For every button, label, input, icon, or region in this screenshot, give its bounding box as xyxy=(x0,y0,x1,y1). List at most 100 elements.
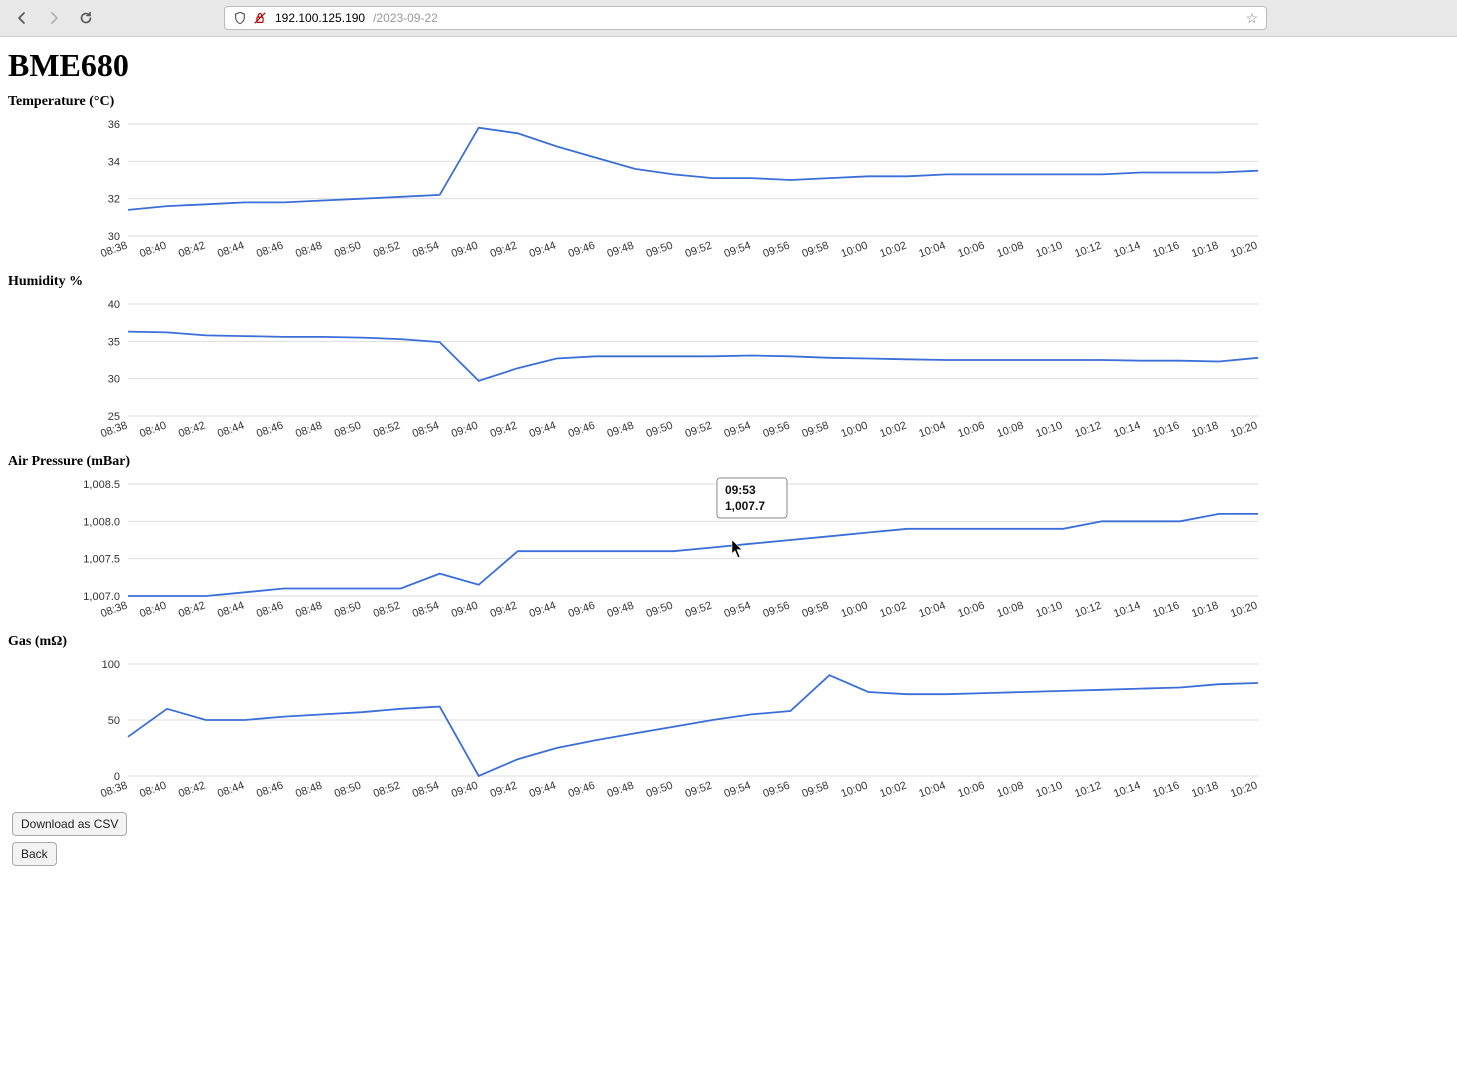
charts-container: Temperature (°C) 3032343608:3808:4008:420… xyxy=(8,94,1449,806)
svg-text:09:52: 09:52 xyxy=(684,420,714,441)
svg-text:100: 100 xyxy=(102,659,120,671)
svg-text:09:52: 09:52 xyxy=(684,600,714,621)
series-line xyxy=(128,675,1258,776)
svg-text:08:54: 08:54 xyxy=(411,240,441,261)
svg-text:09:54: 09:54 xyxy=(722,420,752,441)
page-content: BME680 Temperature (°C) 3032343608:3808:4… xyxy=(0,37,1457,886)
svg-text:09:42: 09:42 xyxy=(489,240,519,261)
svg-text:08:44: 08:44 xyxy=(216,420,246,441)
svg-text:10:14: 10:14 xyxy=(1112,240,1142,261)
svg-text:10:14: 10:14 xyxy=(1112,780,1142,801)
svg-text:09:56: 09:56 xyxy=(761,600,791,621)
svg-text:10:04: 10:04 xyxy=(917,600,947,621)
svg-text:10:16: 10:16 xyxy=(1151,240,1181,261)
chart-1: Humidity %2530354008:3808:4008:4208:4408… xyxy=(8,274,1449,446)
svg-text:08:46: 08:46 xyxy=(255,600,285,621)
svg-text:08:44: 08:44 xyxy=(216,240,246,261)
svg-text:09:54: 09:54 xyxy=(722,780,752,801)
svg-text:09:44: 09:44 xyxy=(528,420,558,441)
svg-text:09:42: 09:42 xyxy=(489,780,519,801)
svg-text:10:10: 10:10 xyxy=(1034,420,1064,441)
series-line xyxy=(128,332,1258,381)
svg-text:09:58: 09:58 xyxy=(800,240,830,261)
svg-text:10:20: 10:20 xyxy=(1229,240,1259,261)
back-button[interactable]: Back xyxy=(12,842,57,866)
svg-text:10:18: 10:18 xyxy=(1190,420,1220,441)
svg-text:08:52: 08:52 xyxy=(372,780,402,801)
svg-text:10:06: 10:06 xyxy=(956,420,986,441)
svg-text:10:04: 10:04 xyxy=(917,420,947,441)
chart-3: Gas (mΩ)05010008:3808:4008:4208:4408:460… xyxy=(8,634,1449,806)
svg-text:10:08: 10:08 xyxy=(995,240,1025,261)
svg-text:10:12: 10:12 xyxy=(1073,420,1103,441)
svg-text:10:06: 10:06 xyxy=(956,240,986,261)
svg-text:10:00: 10:00 xyxy=(839,240,869,261)
svg-text:10:14: 10:14 xyxy=(1112,420,1142,441)
svg-text:09:52: 09:52 xyxy=(684,240,714,261)
chart-svg[interactable]: 2530354008:3808:4008:4208:4408:4608:4808… xyxy=(8,296,1268,446)
svg-text:34: 34 xyxy=(108,156,120,168)
download-csv-button[interactable]: Download as CSV xyxy=(12,812,127,836)
svg-text:09:48: 09:48 xyxy=(606,420,636,441)
svg-text:1,007.5: 1,007.5 xyxy=(83,554,120,566)
svg-text:08:44: 08:44 xyxy=(216,600,246,621)
svg-text:09:50: 09:50 xyxy=(645,240,675,261)
svg-text:09:50: 09:50 xyxy=(645,600,675,621)
svg-text:1,008.0: 1,008.0 xyxy=(83,516,120,528)
svg-text:10:20: 10:20 xyxy=(1229,600,1259,621)
chart-title: Humidity % xyxy=(8,274,1449,290)
svg-text:09:46: 09:46 xyxy=(567,420,597,441)
svg-text:09:46: 09:46 xyxy=(567,240,597,261)
svg-text:08:48: 08:48 xyxy=(294,240,324,261)
svg-text:10:18: 10:18 xyxy=(1190,780,1220,801)
svg-text:10:14: 10:14 xyxy=(1112,600,1142,621)
svg-text:08:48: 08:48 xyxy=(294,420,324,441)
svg-text:10:06: 10:06 xyxy=(956,780,986,801)
svg-text:08:42: 08:42 xyxy=(177,780,207,801)
svg-text:1,008.5: 1,008.5 xyxy=(83,479,120,491)
svg-text:09:48: 09:48 xyxy=(606,780,636,801)
svg-text:10:20: 10:20 xyxy=(1229,420,1259,441)
svg-text:08:52: 08:52 xyxy=(372,600,402,621)
svg-text:10:12: 10:12 xyxy=(1073,780,1103,801)
svg-text:08:48: 08:48 xyxy=(294,600,324,621)
chart-svg[interactable]: 05010008:3808:4008:4208:4408:4608:4808:5… xyxy=(8,656,1268,806)
series-line xyxy=(128,514,1258,596)
back-icon[interactable] xyxy=(14,10,30,26)
svg-text:09:42: 09:42 xyxy=(489,600,519,621)
svg-text:09:48: 09:48 xyxy=(606,240,636,261)
svg-text:09:58: 09:58 xyxy=(800,600,830,621)
svg-text:10:00: 10:00 xyxy=(839,780,869,801)
svg-text:09:46: 09:46 xyxy=(567,600,597,621)
svg-text:40: 40 xyxy=(108,299,120,311)
svg-text:10:12: 10:12 xyxy=(1073,600,1103,621)
svg-text:08:52: 08:52 xyxy=(372,240,402,261)
forward-icon[interactable] xyxy=(46,10,62,26)
chart-svg[interactable]: 1,007.01,007.51,008.01,008.508:3808:4008… xyxy=(8,476,1268,626)
svg-text:10:02: 10:02 xyxy=(878,600,908,621)
svg-text:10:18: 10:18 xyxy=(1190,600,1220,621)
svg-text:09:40: 09:40 xyxy=(450,420,480,441)
chart-title: Temperature (°C) xyxy=(8,94,1449,110)
reload-icon[interactable] xyxy=(78,10,94,26)
svg-text:10:16: 10:16 xyxy=(1151,780,1181,801)
bookmark-star-icon[interactable]: ☆ xyxy=(1246,10,1259,27)
chart-title: Air Pressure (mBar) xyxy=(8,454,1449,470)
svg-text:09:44: 09:44 xyxy=(528,780,558,801)
page-title: BME680 xyxy=(8,47,1449,84)
chart-svg[interactable]: 3032343608:3808:4008:4208:4408:4608:4808… xyxy=(8,116,1268,266)
svg-text:10:02: 10:02 xyxy=(878,240,908,261)
nav-buttons xyxy=(14,10,94,26)
svg-text:09:52: 09:52 xyxy=(684,780,714,801)
svg-text:08:38: 08:38 xyxy=(99,420,129,441)
chart-2: Air Pressure (mBar)1,007.01,007.51,008.0… xyxy=(8,454,1449,626)
svg-text:08:40: 08:40 xyxy=(138,420,168,441)
svg-text:09:40: 09:40 xyxy=(450,780,480,801)
svg-text:09:56: 09:56 xyxy=(761,420,791,441)
svg-text:10:16: 10:16 xyxy=(1151,420,1181,441)
series-line xyxy=(128,128,1258,210)
url-bar[interactable]: 192.100.125.190/2023-09-22 ☆ xyxy=(224,6,1267,30)
cursor-icon xyxy=(732,540,742,558)
svg-text:08:42: 08:42 xyxy=(177,420,207,441)
svg-text:08:48: 08:48 xyxy=(294,780,324,801)
